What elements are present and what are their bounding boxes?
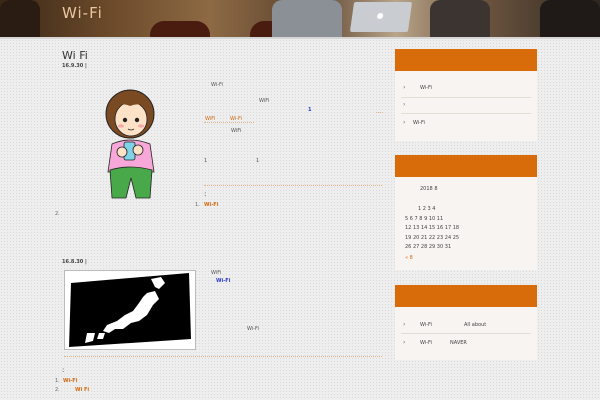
widget-divider <box>401 113 531 114</box>
calendar-row: 19 20 21 22 23 24 25 <box>405 235 460 241</box>
header-photo-chair <box>150 21 210 37</box>
post-text: WiFi <box>211 270 222 276</box>
chevron-right-icon: › <box>403 321 406 328</box>
widget-heading <box>395 155 537 177</box>
related-number: 1. <box>195 202 200 208</box>
calendar-prev-link[interactable]: « 8 <box>405 255 413 261</box>
sidebar-widget-links: › Wi-Fi All about › Wi-Fi NAVER <box>395 285 537 360</box>
post-text: WiFi <box>231 128 242 134</box>
section-divider <box>204 185 382 187</box>
post-text: 1 <box>204 158 208 164</box>
post-date-text: 16.8.30 <box>62 259 84 265</box>
site-title[interactable]: Wi-Fi <box>62 4 103 22</box>
widget-heading <box>395 285 537 307</box>
sidebar-widget-recent: › Wi-Fi › › Wi-Fi <box>395 49 537 141</box>
related-number: 1. <box>55 378 60 384</box>
header-photo-laptop <box>349 2 413 32</box>
header-photo-person <box>430 0 490 37</box>
post-date-separator: | <box>84 259 87 265</box>
widget-link[interactable]: Wi-Fi <box>420 322 432 328</box>
post-text: Wi-Fi <box>247 326 259 332</box>
post-date-separator: | <box>84 63 87 69</box>
post-date-text: 16.9.30 <box>62 63 84 69</box>
related-number: 2. <box>55 387 60 393</box>
post-title[interactable]: Wi Fi <box>62 49 88 62</box>
related-posts-title: : <box>204 190 207 198</box>
widget-link[interactable]: Wi-Fi <box>420 340 432 346</box>
header-photo-person <box>540 0 600 37</box>
link-underline <box>204 122 254 124</box>
calendar-row: 12 13 14 15 16 17 18 <box>405 225 460 231</box>
widget-divider <box>401 333 531 334</box>
header-divider <box>0 37 600 39</box>
post-text-number: 1 <box>308 107 312 113</box>
girl-with-phone-illustration <box>105 89 155 199</box>
widget-heading <box>395 49 537 71</box>
text-underline <box>376 112 383 114</box>
widget-link-text[interactable]: NAVER <box>450 340 467 346</box>
chevron-right-icon: › <box>403 339 406 346</box>
japan-map-image <box>64 270 196 350</box>
chevron-right-icon: › <box>403 101 406 108</box>
sidebar-widget-calendar: 2018 8 1 2 3 4 5 6 7 8 9 10 11 12 13 14 … <box>395 155 537 270</box>
list-number: 2. <box>55 211 60 217</box>
japan-map-icon <box>69 273 191 347</box>
related-link[interactable]: Wi-Fi <box>204 202 218 208</box>
widget-link-text[interactable]: All about <box>464 322 486 328</box>
post-date: 16.9.30 | <box>62 63 87 69</box>
calendar-row: 26 27 28 29 30 31 <box>405 244 452 250</box>
calendar-month: 2018 8 <box>420 186 438 192</box>
calendar-row: 1 2 3 4 <box>418 206 436 212</box>
widget-link[interactable]: Wi-Fi <box>413 120 425 126</box>
site-header: Wi-Fi <box>0 0 600 37</box>
chevron-right-icon: › <box>403 84 406 91</box>
calendar-row: 5 6 7 8 9 10 11 <box>405 216 444 222</box>
related-link[interactable]: Wi Fi <box>75 387 89 393</box>
header-photo-person <box>272 0 342 37</box>
header-photo-person <box>0 0 40 37</box>
chevron-right-icon: › <box>403 119 406 126</box>
post-text: 1 <box>256 158 260 164</box>
post-date: 16.8.30 | <box>62 259 87 265</box>
section-divider <box>64 356 382 358</box>
post-text-highlight: Wi-Fi <box>216 278 231 284</box>
related-posts-title: : <box>62 366 65 374</box>
post-text: Wi-Fi <box>211 82 223 88</box>
post-text: WiFi <box>259 98 270 104</box>
related-link[interactable]: Wi-Fi <box>63 378 77 384</box>
widget-link[interactable]: Wi-Fi <box>420 85 432 91</box>
widget-divider <box>401 97 531 98</box>
